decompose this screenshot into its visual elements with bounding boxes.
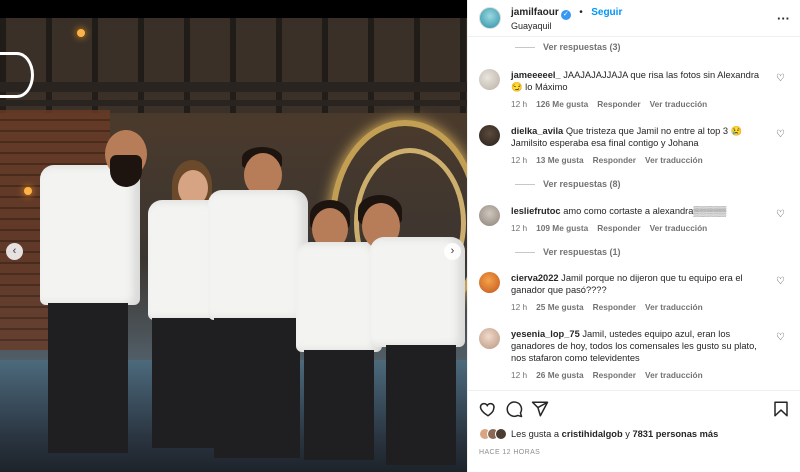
commenter-username[interactable]: jameeeeel_ <box>511 70 561 80</box>
comments-list: Ver respuestas (3) jameeeeel_ JAAJAJAJJA… <box>468 38 800 390</box>
post-location[interactable]: Guayaquil <box>511 20 622 32</box>
view-replies-button[interactable]: Ver respuestas (1) <box>515 247 621 257</box>
comment-item: jameeeeel_ JAAJAJAJJAJA que risa las fot… <box>479 69 789 119</box>
comment-time: 12 h <box>511 155 528 165</box>
author-info: jamilfaour ✓ • Seguir Guayaquil <box>511 5 622 32</box>
photo-light <box>77 29 85 37</box>
commenter-avatar[interactable] <box>479 125 500 146</box>
likes-summary[interactable]: Les gusta a cristihidalgob y 7831 person… <box>479 428 718 440</box>
likes-count[interactable]: 7831 personas más <box>632 429 718 439</box>
post-header: jamilfaour ✓ • Seguir Guayaquil ··· <box>468 0 800 37</box>
commenter-avatar[interactable] <box>479 272 500 293</box>
comment-likes[interactable]: 126 Me gusta <box>536 99 588 109</box>
post-photo[interactable]: ‹ › <box>0 0 467 472</box>
verified-badge-icon: ✓ <box>560 9 571 20</box>
comment-meta: 12 h 25 Me gusta Responder Ver traducción <box>511 302 712 312</box>
masterchef-logo-corner <box>0 52 34 98</box>
likes-text: Les gusta a cristihidalgob y 7831 person… <box>511 429 719 439</box>
photo-beam <box>0 82 467 92</box>
comment-meta: 12 h 26 Me gusta Responder Ver traducción <box>511 370 712 380</box>
author-avatar[interactable] <box>479 7 501 29</box>
comment-likes[interactable]: 26 Me gusta <box>536 370 584 380</box>
liker-avatar <box>495 428 507 440</box>
commenter-username[interactable]: dielka_avila <box>511 126 563 136</box>
comment-text: cierva2022 Jamil porque no dijeron que t… <box>511 273 743 295</box>
translate-button[interactable]: Ver traducción <box>650 223 708 233</box>
like-post-icon[interactable] <box>479 400 497 418</box>
like-comment-icon[interactable]: ♡ <box>776 210 786 220</box>
comment-likes[interactable]: 25 Me gusta <box>536 302 584 312</box>
like-comment-icon[interactable]: ♡ <box>776 130 786 140</box>
commenter-username[interactable]: lesliefrutoc <box>511 206 561 216</box>
translate-button[interactable]: Ver traducción <box>645 302 703 312</box>
photo-beam <box>0 100 467 106</box>
reply-button[interactable]: Responder <box>597 223 640 233</box>
reply-button[interactable]: Responder <box>597 99 640 109</box>
liker-username[interactable]: cristihidalgob <box>562 429 623 439</box>
view-replies-button[interactable]: Ver respuestas (8) <box>515 179 621 189</box>
comment-text: jameeeeel_ JAAJAJAJJAJA que risa las fot… <box>511 70 760 92</box>
reply-button[interactable]: Responder <box>593 302 636 312</box>
comment-time: 12 h <box>511 223 528 233</box>
header-separator: • <box>579 6 583 18</box>
commenter-avatar[interactable] <box>479 205 500 226</box>
view-replies-button[interactable]: Ver respuestas (3) <box>515 42 621 52</box>
action-icons-row <box>479 400 790 418</box>
comment-text: dielka_avila Que tristeza que Jamil no e… <box>511 126 743 148</box>
translate-button[interactable]: Ver traducción <box>645 370 703 380</box>
comment-likes[interactable]: 13 Me gusta <box>536 155 584 165</box>
like-comment-icon[interactable]: ♡ <box>776 277 786 287</box>
more-options-icon[interactable]: ··· <box>777 11 790 26</box>
previous-photo-icon[interactable]: ‹ <box>6 243 23 260</box>
comment-time: 12 h <box>511 370 528 380</box>
save-bookmark-icon[interactable] <box>772 400 790 418</box>
like-comment-icon[interactable]: ♡ <box>776 74 786 84</box>
post-actions: Les gusta a cristihidalgob y 7831 person… <box>468 390 800 472</box>
comment-likes[interactable]: 109 Me gusta <box>536 223 588 233</box>
translate-button[interactable]: Ver traducción <box>645 155 703 165</box>
reply-button[interactable]: Responder <box>593 155 636 165</box>
comment-time: 12 h <box>511 99 528 109</box>
photo-ceiling-truss <box>0 18 467 113</box>
comment-item: yesenia_lop_75 Jamil, ustedes equipo azu… <box>479 328 789 388</box>
share-icon[interactable] <box>531 400 549 418</box>
comment-meta: 12 h 109 Me gusta Responder Ver traducción <box>511 223 716 233</box>
comment-item: cierva2022 Jamil porque no dijeron que t… <box>479 272 789 322</box>
commenter-username[interactable]: yesenia_lop_75 <box>511 329 580 339</box>
commenter-avatar[interactable] <box>479 328 500 349</box>
post-side-panel: jamilfaour ✓ • Seguir Guayaquil ··· Ver r… <box>467 0 800 472</box>
comment-meta: 12 h 126 Me gusta Responder Ver traducción <box>511 99 716 109</box>
comment-icon[interactable] <box>505 400 523 418</box>
commenter-avatar[interactable] <box>479 69 500 90</box>
comment-item: lesliefrutoc amo como cortaste a alexand… <box>479 205 789 245</box>
follow-button[interactable]: Seguir <box>591 7 622 18</box>
comment-time: 12 h <box>511 302 528 312</box>
commenter-username[interactable]: cierva2022 <box>511 273 559 283</box>
like-comment-icon[interactable]: ♡ <box>776 333 786 343</box>
post-timestamp: HACE 12 HORAS <box>479 449 541 456</box>
comment-text: yesenia_lop_75 Jamil, ustedes equipo azu… <box>511 329 757 363</box>
translate-button[interactable]: Ver traducción <box>650 99 708 109</box>
comment-text: lesliefrutoc amo como cortaste a alexand… <box>511 206 727 216</box>
next-photo-icon[interactable]: › <box>444 243 461 260</box>
comment-meta: 12 h 13 Me gusta Responder Ver traducción <box>511 155 712 165</box>
reply-button[interactable]: Responder <box>593 370 636 380</box>
photo-top-bar <box>0 0 467 18</box>
author-username[interactable]: jamilfaour <box>511 7 559 18</box>
chef-figure <box>350 195 467 470</box>
